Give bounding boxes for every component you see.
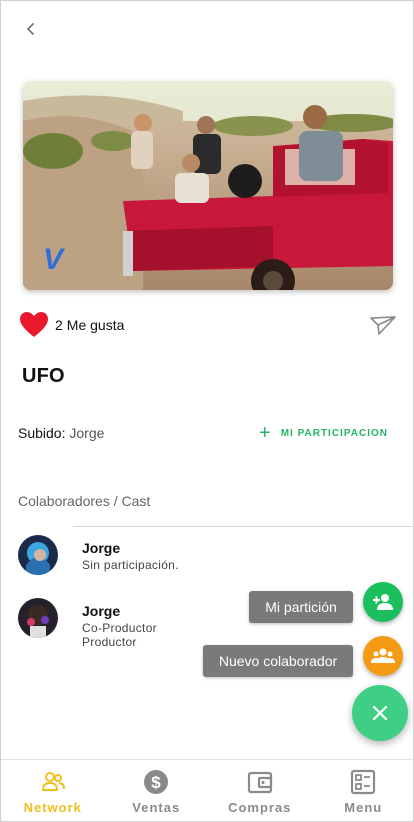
video-thumbnail[interactable]: V [23,81,393,290]
add-person-button[interactable] [363,582,403,622]
avatar [18,535,58,575]
divider [73,526,413,527]
send-icon[interactable] [369,314,397,338]
nav-label-ventas: Ventas [132,799,181,815]
nav-ventas[interactable]: $ Ventas [105,760,209,821]
add-collaborator-button[interactable] [363,636,403,676]
plus-icon: + [259,422,271,444]
avatar [18,598,58,638]
my-participation-label: MI PARTICIPACION [280,427,388,439]
likes-label: Me gusta [66,317,125,333]
chevron-left-icon [27,23,34,35]
collaborator-name: Jorge [82,540,121,556]
people-icon [41,771,65,791]
svg-text:$: $ [152,773,162,792]
menu-grid-icon [351,769,376,794]
nav-network[interactable]: Network [1,760,105,821]
nav-label-compras: Compras [228,799,292,815]
uploader-name: Jorge [69,425,105,441]
bottom-nav: Network $ Ventas Compras Menu [1,759,414,821]
likes-count: 2 [55,317,63,333]
nav-menu[interactable]: Menu [312,760,414,821]
close-icon [372,705,388,721]
uploaded-label: Subido: [18,425,66,441]
back-button[interactable] [19,17,43,41]
video-title: UFO [22,365,65,387]
collaborator-item[interactable]: Jorge Sin participación. [18,535,179,575]
likes-row: 2 Me gusta [19,310,124,340]
group-icon [371,648,395,663]
nav-compras[interactable]: Compras [208,760,312,821]
video-image: V [23,81,393,290]
close-fab-button[interactable] [352,685,408,741]
nav-label-network: Network [23,799,82,815]
collaborator-role: Productor [82,635,137,649]
collaborators-title: Colaboradores / Cast [18,493,151,509]
heart-icon[interactable] [19,311,49,339]
collaborator-item[interactable]: Jorge Co-Productor Productor [18,598,157,649]
app-screen: V 2 Me gusta UFO Subido: Jorge + MI PART… [0,0,414,822]
collaborator-role: Co-Productor [82,621,157,635]
vimeo-logo: V [43,243,66,276]
uploaded-by: Subido: Jorge [18,425,104,441]
nuevo-colaborador-label[interactable]: Nuevo colaborador [203,645,353,677]
collaborator-role: Sin participación. [82,558,179,572]
add-person-icon [373,594,393,610]
my-participation-button[interactable]: + MI PARTICIPACION [259,423,388,443]
collaborator-name: Jorge [82,603,121,619]
wallet-icon [247,771,272,793]
dollar-icon: $ [144,769,169,794]
mi-particion-label[interactable]: Mi partición [249,591,353,623]
nav-label-menu: Menu [344,799,383,815]
